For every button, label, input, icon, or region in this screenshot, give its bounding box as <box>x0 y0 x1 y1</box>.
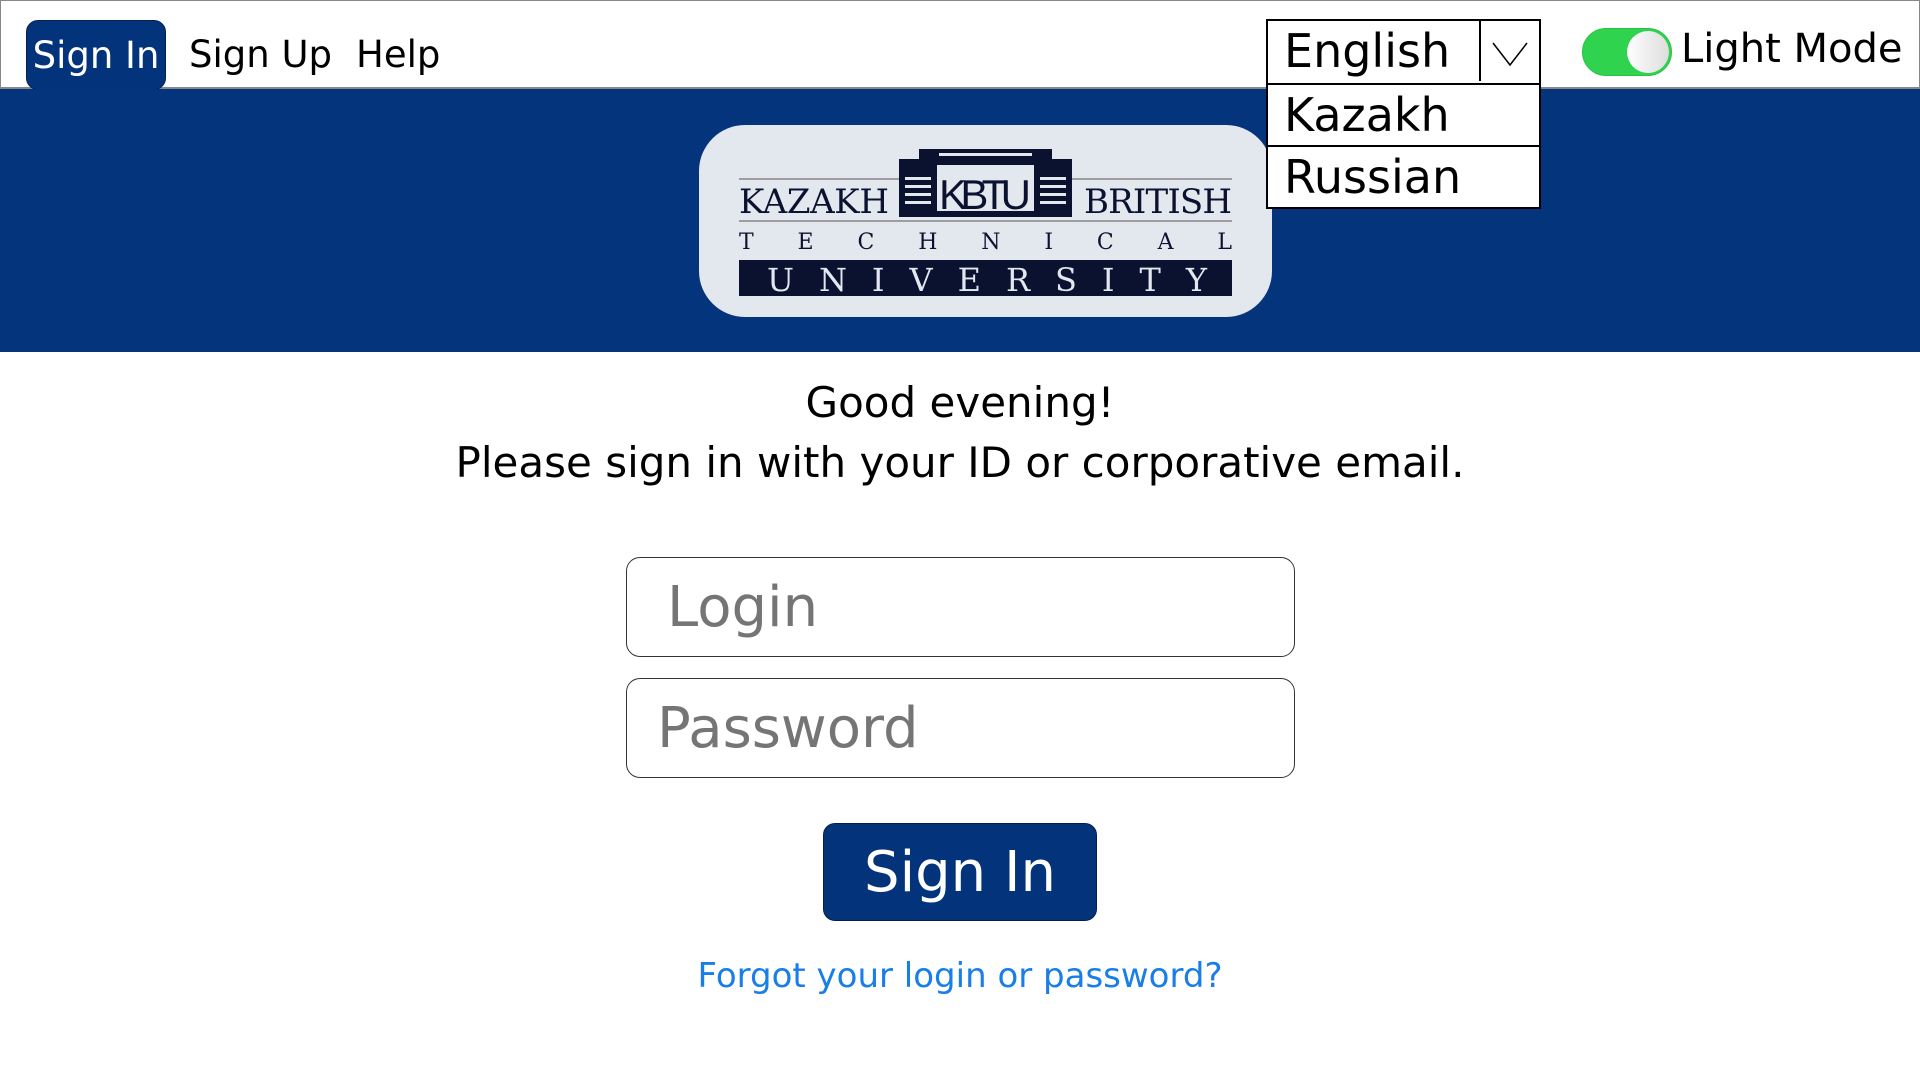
password-input[interactable] <box>626 678 1295 778</box>
kbtu-logo: KAZAKH BRITISH KBTU TECHNICAL UNIVERSITY <box>699 125 1272 317</box>
chevron-down-icon[interactable] <box>1479 21 1539 81</box>
login-input[interactable] <box>626 557 1295 657</box>
forgot-password-link: Forgot your login or password? <box>0 956 1920 996</box>
svg-text:KAZAKH: KAZAKH <box>739 182 889 222</box>
svg-text:BRITISH: BRITISH <box>1084 182 1232 222</box>
language-option-russian[interactable]: Russian <box>1268 145 1539 207</box>
sign-in-button[interactable]: Sign In <box>823 823 1097 921</box>
nav-sign-in[interactable]: Sign In <box>26 20 166 90</box>
toggle-knob <box>1627 31 1669 73</box>
greeting: Good evening! <box>805 378 1115 427</box>
light-mode-toggle[interactable] <box>1582 28 1672 76</box>
svg-text:TECHNICAL: TECHNICAL <box>739 230 1232 255</box>
language-dropdown[interactable]: English Kazakh Russian <box>1266 19 1541 209</box>
svg-text:KBTU: KBTU <box>939 171 1031 218</box>
forgot-link-text[interactable]: Forgot your login or password? <box>698 956 1223 996</box>
language-selected[interactable]: English <box>1268 21 1539 83</box>
nav-sign-up[interactable]: Sign Up <box>189 20 332 90</box>
language-option-kazakh[interactable]: Kazakh <box>1268 83 1539 145</box>
instruction-text: Please sign in with your ID or corporati… <box>455 438 1465 487</box>
selected-language: English <box>1284 24 1451 78</box>
top-bar: Sign In Sign Up Help Light Mode <box>0 0 1920 90</box>
light-mode-label: Light Mode <box>1681 26 1903 72</box>
nav-help[interactable]: Help <box>356 20 440 90</box>
